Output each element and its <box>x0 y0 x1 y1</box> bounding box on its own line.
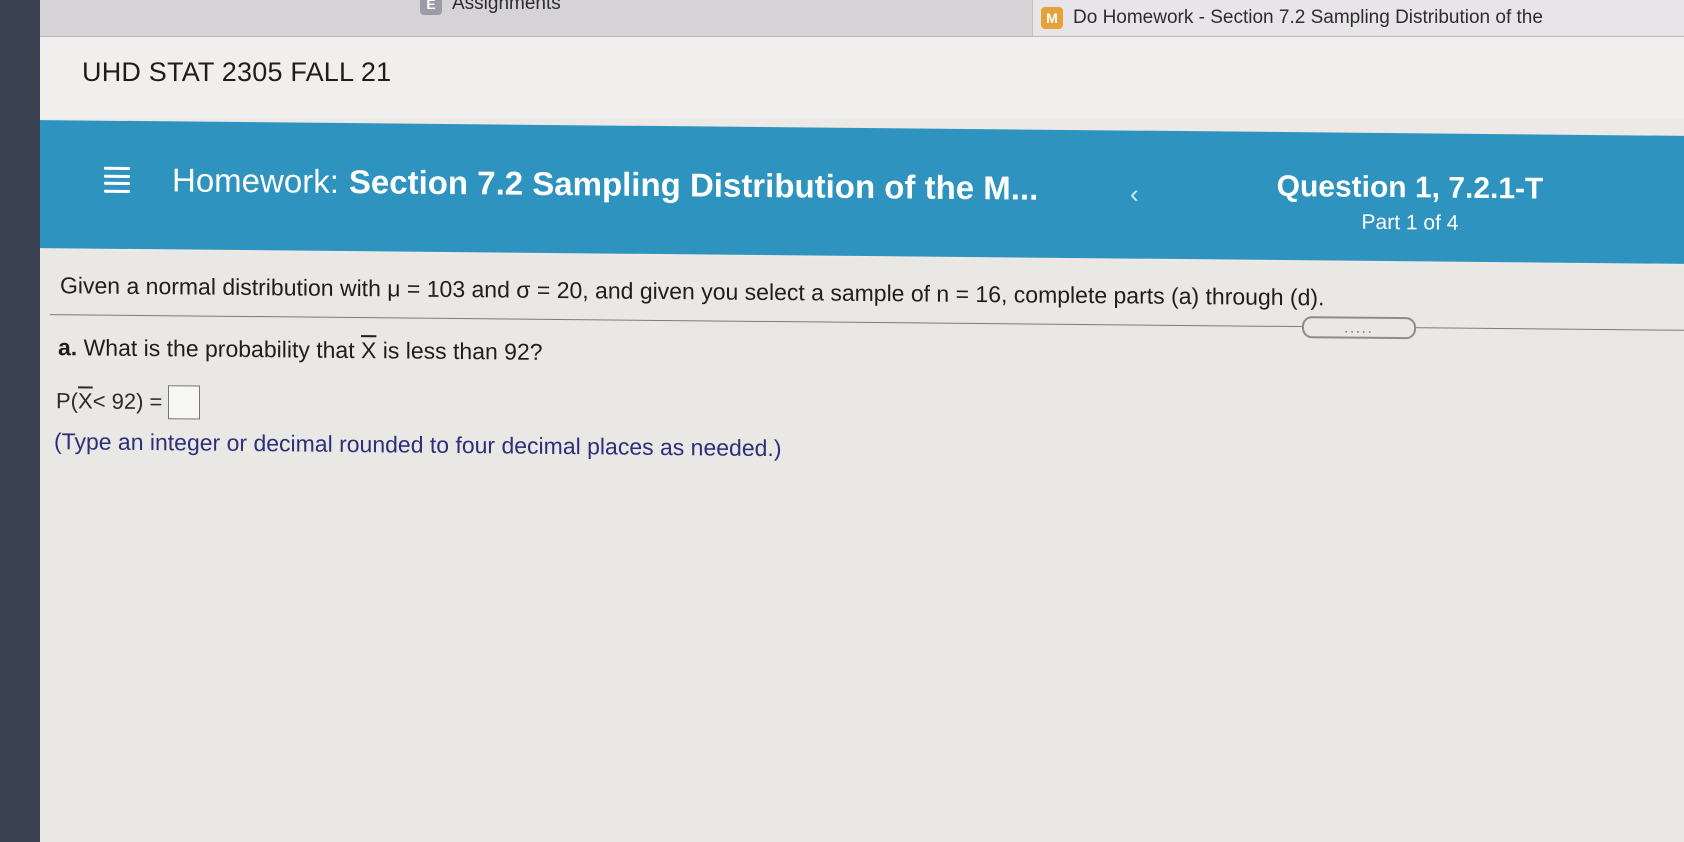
course-header: UHD STAT 2305 FALL 21 <box>40 37 1684 119</box>
hamburger-menu-icon[interactable] <box>104 166 130 193</box>
homework-title: Homework: Section 7.2 Sampling Distributi… <box>172 161 1038 207</box>
assignments-favicon-icon: E <box>420 0 442 15</box>
course-title: UHD STAT 2305 FALL 21 <box>82 57 392 87</box>
answer-hint: (Type an integer or decimal rounded to f… <box>54 428 782 462</box>
question-text: What is the probability that <box>77 334 361 364</box>
problem-text: = 20, and given you select a sample of n… <box>530 276 1325 311</box>
tab-assignments[interactable]: E Assignments <box>420 0 1020 22</box>
answer-row: P(X < 92) = <box>56 384 201 420</box>
problem-text: = 103 and <box>400 275 517 303</box>
mymathlab-favicon-icon: M <box>1041 7 1063 29</box>
sigma-symbol: σ <box>516 276 531 303</box>
tab-do-homework[interactable]: M Do Homework - Section 7.2 Sampling Dis… <box>1032 0 1684 36</box>
screen: E Assignments M Do Homework - Section 7.… <box>40 0 1684 842</box>
x-bar-symbol: X <box>361 337 377 364</box>
browser-tab-strip: E Assignments M Do Homework - Section 7.… <box>40 0 1684 37</box>
question-info: Question 1, 7.2.1-T Part 1 of 4 <box>1270 170 1550 237</box>
divider <box>50 314 1684 331</box>
question-number: Question 1, 7.2.1-T <box>1276 169 1544 206</box>
x-bar-symbol: X <box>78 388 93 414</box>
question-content: Given a normal distribution with μ = 103… <box>40 250 1684 842</box>
question-part: Part 1 of 4 <box>1361 210 1459 235</box>
answer-prefix: < 92) = <box>92 388 163 415</box>
problem-text: Given a normal distribution with <box>60 272 388 302</box>
tab-label: Assignments <box>452 0 561 14</box>
previous-question-chevron-left-icon[interactable]: ‹ <box>1130 179 1139 210</box>
homework-name: Section 7.2 Sampling Distribution of the… <box>348 163 1039 207</box>
mu-symbol: μ <box>387 275 401 302</box>
tab-label: Do Homework - Section 7.2 Sampling Distr… <box>1073 7 1543 28</box>
problem-statement: Given a normal distribution with μ = 103… <box>60 272 1324 311</box>
homework-prefix: Homework: <box>172 161 339 200</box>
question-part-a: a. What is the probability that X is les… <box>58 334 543 366</box>
answer-prefix: P( <box>56 388 78 414</box>
answer-input[interactable] <box>168 385 201 420</box>
homework-banner: Homework: Section 7.2 Sampling Distributi… <box>40 120 1684 265</box>
question-text: is less than 92? <box>376 337 543 365</box>
expand-more-button[interactable]: ..... <box>1302 316 1416 340</box>
part-label: a. <box>58 334 78 361</box>
